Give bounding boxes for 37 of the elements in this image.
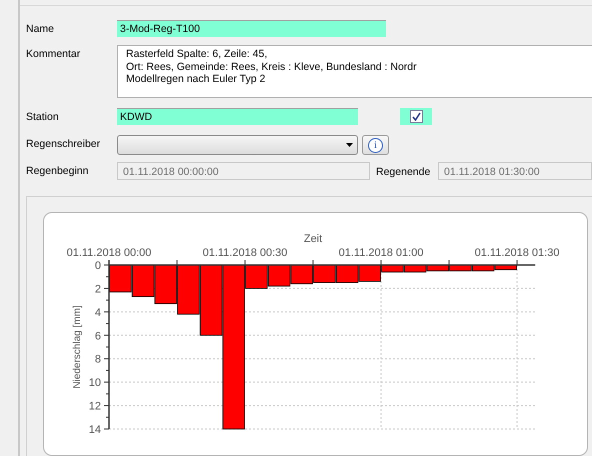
chart-bar <box>290 264 313 284</box>
recorder-dropdown[interactable] <box>117 135 358 155</box>
chart-bar <box>177 264 200 315</box>
checkbox[interactable] <box>410 110 422 123</box>
chart-bar <box>268 264 290 286</box>
y-tick-label: 12 <box>88 400 101 413</box>
field-label: Regenschreiber <box>26 137 102 150</box>
field-label: Station <box>26 110 60 123</box>
y-tick-label: 10 <box>88 377 101 390</box>
end-field[interactable]: 01.11.2018 01:30:00 <box>438 162 592 180</box>
name-field[interactable]: 3-Mod-Reg-T100 <box>117 20 386 37</box>
y-tick-label: 14 <box>88 424 101 436</box>
y-tick-label: 2 <box>94 283 101 296</box>
chart-bar <box>132 264 154 298</box>
y-tick-label: 0 <box>94 260 101 272</box>
field-label: Name <box>26 22 56 35</box>
y-tick-label: 8 <box>94 354 101 366</box>
x-tick-label: 01.11.2018 00:00 <box>66 247 152 259</box>
x-axis-title: Zeit <box>304 233 322 245</box>
caret-icon <box>346 143 353 147</box>
x-tick-label: 01.11.2018 01:30 <box>474 247 560 259</box>
field-label: Kommentar <box>26 47 82 60</box>
info-button[interactable]: i <box>362 135 389 155</box>
start-field[interactable]: 01.11.2018 00:00:00 <box>117 162 370 180</box>
chart-bar <box>109 264 132 292</box>
y-tick-label: 4 <box>94 306 101 319</box>
x-tick-label: 01.11.2018 00:30 <box>202 247 288 259</box>
x-tick-label: 01.11.2018 01:00 <box>338 247 424 259</box>
chart-bar <box>154 264 177 304</box>
comment-field[interactable]: Rasterfeld Spalte: 6, Zeile: 45, Ort: Rees, Gemeinde: Rees, Kreis : Kleve, Bundesland : Nordr Modellregen nach Euler Typ 2 <box>117 45 592 98</box>
field-label: Regenende <box>375 165 432 178</box>
chart-bar <box>336 264 358 283</box>
station-field[interactable]: KDWD <box>117 108 358 125</box>
field-label: Regenbeginn <box>26 164 90 177</box>
chart-bar <box>313 264 336 283</box>
y-tick-label: 6 <box>94 330 101 342</box>
y-axis-title: Niederschlag [mm] <box>72 305 83 389</box>
